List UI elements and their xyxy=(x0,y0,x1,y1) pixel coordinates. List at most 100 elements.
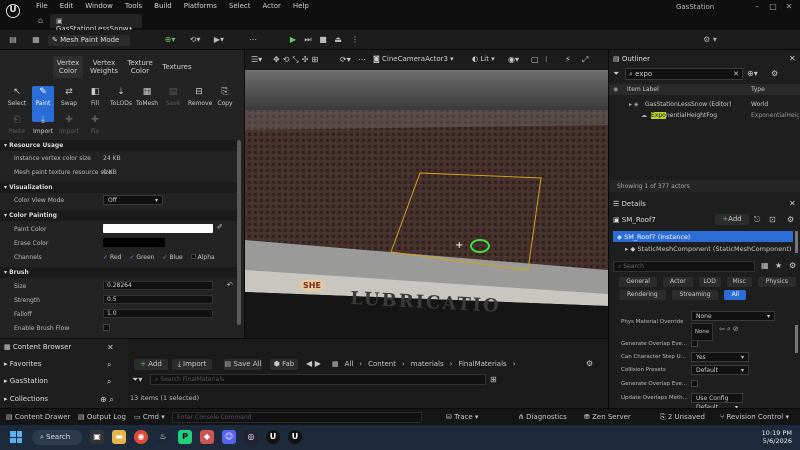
brush-falloff-field[interactable]: 1.0 xyxy=(103,309,213,318)
menu-actor[interactable]: Actor xyxy=(263,2,281,10)
chrome-icon[interactable]: ◉ xyxy=(134,430,148,444)
eject-icon[interactable]: ⏏ xyxy=(332,34,344,46)
search-icon[interactable]: ⌕ xyxy=(107,360,111,370)
close-icon[interactable]: ✕ xyxy=(789,54,796,63)
camera-select[interactable]: ◙ CineCameraActor3 ▾ xyxy=(373,55,454,63)
camera-speed-icon[interactable]: ⋯ xyxy=(358,55,366,64)
tool-tolods-button[interactable]: ⇣ ToLODs xyxy=(110,86,132,122)
menu-window[interactable]: Window xyxy=(85,2,113,10)
component-row[interactable]: ▸ ◆ StaticMeshComponent (StaticMeshCompo… xyxy=(613,243,793,254)
tool-remove-button[interactable]: ⊟ Remove xyxy=(188,86,212,122)
skip-icon[interactable]: ⏭ xyxy=(302,34,314,46)
task-view-icon[interactable]: ▣ xyxy=(90,430,104,444)
tool-import-button[interactable]: ✚ Import xyxy=(58,114,80,138)
paint-color-swatch[interactable] xyxy=(103,224,213,233)
blueprint-icon[interactable]: ⟲▾ xyxy=(186,34,204,46)
section-color-painting[interactable]: ▾ Color Painting xyxy=(0,210,238,221)
diagnostics-button[interactable]: ⋔ Diagnostics xyxy=(518,413,567,421)
taskbar-search[interactable]: ⌕ Search xyxy=(32,430,82,445)
filter-icon[interactable]: ⏷▾ xyxy=(132,375,142,385)
stop-icon[interactable]: ■ xyxy=(317,34,329,46)
tool-fix-button[interactable]: ✚ Fix xyxy=(84,114,106,138)
menu-help[interactable]: Help xyxy=(293,2,309,10)
filter-chip-general[interactable]: General xyxy=(619,277,658,287)
file-explorer-icon[interactable]: ▬ xyxy=(112,430,126,444)
close-icon[interactable]: ✕ xyxy=(107,343,114,352)
filter-chip-rendering[interactable]: Rendering xyxy=(619,290,666,300)
outliner-row[interactable]: ▸ ◈ GasStationLessSnow (Editor) World xyxy=(609,99,800,110)
import-button[interactable]: ⤓ Import xyxy=(172,359,212,370)
menu-tools[interactable]: Tools xyxy=(125,2,142,10)
property-select[interactable]: Default ▾ xyxy=(691,365,749,375)
tool-copy-button[interactable]: ⎘ Copy xyxy=(214,86,236,122)
section-visualization[interactable]: ▾ Visualization xyxy=(0,182,238,193)
property-checkbox[interactable] xyxy=(691,380,698,387)
tab-vertex-weights[interactable]: Vertex Weights xyxy=(88,56,120,78)
settings-icon[interactable]: ⚙ xyxy=(787,215,794,224)
brush-flow-checkbox[interactable] xyxy=(103,324,110,331)
breadcrumb-item[interactable]: materials xyxy=(411,360,444,368)
fab-button[interactable]: ⬢ Fab xyxy=(270,359,298,370)
outliner-tab[interactable]: ▤ Outliner xyxy=(613,55,650,63)
unsaved-button[interactable]: ⎘ 2 Unsaved xyxy=(660,413,705,422)
console-input[interactable]: Enter Console Command xyxy=(172,412,422,423)
realtime-icon[interactable]: ⚡ xyxy=(565,55,571,64)
view-mode-select[interactable]: ◐ Lit ▾ xyxy=(472,55,495,63)
maximize-viewport-icon[interactable]: ⤢ xyxy=(582,55,588,65)
details-search-input[interactable]: ⌕ Search xyxy=(613,261,755,272)
settings-icon[interactable]: ⚙ xyxy=(789,261,796,270)
settings-icon[interactable]: ⚙ xyxy=(771,69,778,78)
output-log-button[interactable]: ▤ Output Log xyxy=(78,413,126,421)
viewport-options-icon[interactable]: ☰▾ xyxy=(251,55,262,64)
clear-search-icon[interactable]: ✕ xyxy=(733,70,739,78)
color-view-mode-select[interactable]: Off ▾ xyxy=(103,195,163,205)
outliner-search-input[interactable]: ⌕ expo ✕ xyxy=(625,68,743,80)
component-scrollbar[interactable] xyxy=(795,231,798,253)
breadcrumb-item[interactable]: FinalMaterials xyxy=(458,360,506,368)
cinematics-icon[interactable]: ▶▾ xyxy=(210,34,228,46)
save-all-button[interactable]: ▤ Save All xyxy=(224,359,262,370)
add-button[interactable]: + Add xyxy=(134,359,168,370)
cmd-select[interactable]: ▭ Cmd ▾ xyxy=(134,413,165,421)
menu-edit[interactable]: Edit xyxy=(60,2,74,10)
details-tab[interactable]: ☰ Details xyxy=(613,200,646,208)
platform-icon[interactable]: ⋯ xyxy=(246,34,260,46)
viewport-scene[interactable]: LUBRICATIO SHE + xyxy=(245,70,608,338)
property-checkbox[interactable] xyxy=(691,340,698,347)
menu-select[interactable]: Select xyxy=(229,2,251,10)
brush-size-field[interactable]: 0.28264 xyxy=(103,281,213,290)
section-resource-usage[interactable]: ▾ Resource Usage xyxy=(0,140,238,151)
property-select[interactable]: Yes ▾ xyxy=(691,352,749,362)
phys-material-select[interactable]: None ▾ xyxy=(691,311,775,321)
filter-chip-misc[interactable]: Misc xyxy=(726,277,752,287)
blueprint-icon[interactable]: ⎋ xyxy=(754,215,760,225)
search-icon[interactable]: ⌕ xyxy=(107,377,111,387)
filter-icon[interactable]: ⏷ xyxy=(613,69,619,79)
add-actor-icon[interactable]: ⊕▾ xyxy=(160,34,180,46)
settings-icon[interactable]: ⚙ ▾ xyxy=(690,34,730,46)
channel-alpha[interactable]: Alpha xyxy=(190,254,215,261)
add-filter-icon[interactable]: ⊕▾ xyxy=(747,69,758,78)
play-icon[interactable]: ▶ xyxy=(287,34,299,46)
details-scrollbar[interactable] xyxy=(795,325,798,353)
channel-blue[interactable]: ✓ Blue xyxy=(162,254,182,261)
content-browser-tab[interactable]: ▦ Content Browser xyxy=(4,343,71,351)
tree-collections[interactable]: ▸ Collections xyxy=(4,395,48,403)
minimize-icon[interactable]: – xyxy=(750,2,764,12)
mode-select[interactable]: ✎ Mesh Paint Mode xyxy=(48,35,130,46)
outliner-row[interactable]: ☁ ExponentialHeightFog ExponentialHeight… xyxy=(609,110,800,121)
breadcrumb-item[interactable]: Content xyxy=(368,360,396,368)
level-tab[interactable]: ▣ GasStationLessSnow• xyxy=(50,14,142,33)
grid-view-icon[interactable]: ▦ xyxy=(761,261,769,270)
reset-icon[interactable]: ↶ xyxy=(227,281,233,289)
app-icon-2[interactable]: ◎ xyxy=(244,430,258,444)
filter-chip-streaming[interactable]: Streaming xyxy=(671,290,719,300)
menu-file[interactable]: File xyxy=(36,2,48,10)
channel-green[interactable]: ✓ Green xyxy=(129,254,154,261)
tab-texture-color[interactable]: Texture Color xyxy=(124,56,156,78)
filter-chip-lod[interactable]: LOD xyxy=(698,277,721,287)
snap-icon[interactable]: ⟳▾ xyxy=(340,55,351,64)
eyedropper-icon[interactable]: ✐ xyxy=(217,223,223,231)
lock-icon[interactable]: ⊡ xyxy=(769,215,776,224)
settings-icon[interactable]: ⚙ xyxy=(586,359,593,368)
